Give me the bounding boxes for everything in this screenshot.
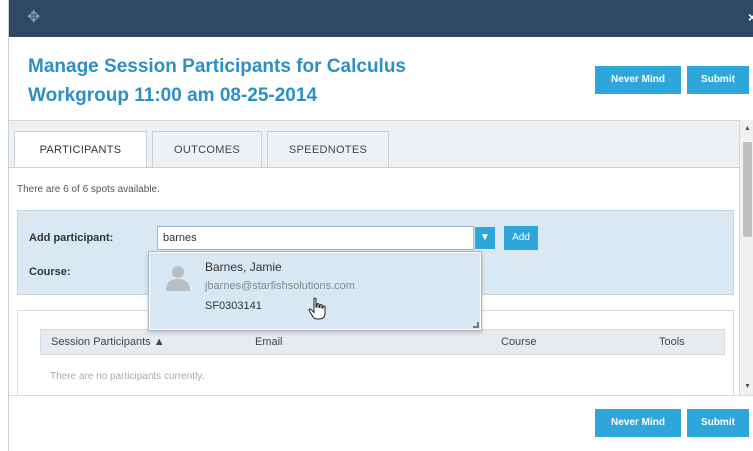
- column-header-participants[interactable]: Session Participants ▲: [51, 330, 165, 354]
- tab-speednotes[interactable]: SPEEDNOTES: [267, 131, 389, 167]
- dialog-titlebar[interactable]: ✥ ×: [9, 0, 753, 37]
- tab-participants[interactable]: PARTICIPANTS: [14, 131, 147, 168]
- move-icon[interactable]: ✥: [27, 9, 40, 27]
- user-avatar-icon: [166, 266, 190, 291]
- tab-outcomes[interactable]: OUTCOMES: [152, 131, 262, 167]
- result-id: SF0303141: [205, 300, 262, 312]
- column-header-email[interactable]: Email: [255, 330, 283, 354]
- hand-cursor-icon: [308, 297, 326, 320]
- course-label: Course:: [29, 266, 71, 278]
- never-mind-button-footer[interactable]: Never Mind: [595, 409, 681, 437]
- scroll-down-arrow-icon[interactable]: ▼: [744, 383, 751, 390]
- result-email: jbarnes@starfishsolutions.com: [205, 280, 355, 292]
- close-icon[interactable]: ×: [748, 10, 753, 24]
- dialog-header: Manage Session Participants for Calculus…: [9, 37, 753, 120]
- submit-button-footer[interactable]: Submit: [687, 409, 749, 437]
- result-name: Barnes, Jamie: [205, 260, 282, 274]
- autocomplete-results: Barnes, Jamie jbarnes@starfishsolutions.…: [148, 251, 482, 331]
- add-button[interactable]: Add: [504, 226, 538, 250]
- result-item[interactable]: Barnes, Jamie jbarnes@starfishsolutions.…: [150, 253, 480, 329]
- scrollbar-thumb[interactable]: [743, 142, 752, 237]
- dialog-footer: Never Mind Submit: [9, 395, 753, 451]
- participant-search-input[interactable]: [157, 226, 474, 250]
- manage-participants-dialog: ✥ × Manage Session Participants for Calc…: [8, 0, 753, 451]
- body-scrollbar[interactable]: ▲ ▼: [739, 120, 753, 395]
- column-header-tools: Tools: [659, 336, 685, 348]
- spots-available-text: There are 6 of 6 spots available.: [17, 184, 160, 195]
- submit-button[interactable]: Submit: [687, 66, 749, 94]
- table-header-row: Session Participants ▲ Email Course Tool…: [40, 329, 725, 355]
- scroll-up-arrow-icon[interactable]: ▲: [744, 125, 751, 132]
- dropdown-arrow-icon[interactable]: ▼: [475, 227, 495, 249]
- empty-table-message: There are no participants currently.: [50, 371, 205, 382]
- dialog-title: Manage Session Participants for Calculus…: [28, 56, 406, 106]
- never-mind-button[interactable]: Never Mind: [595, 66, 681, 94]
- add-participant-label: Add participant:: [29, 232, 114, 244]
- resize-handle-icon[interactable]: [473, 322, 479, 328]
- column-header-course[interactable]: Course: [501, 330, 536, 354]
